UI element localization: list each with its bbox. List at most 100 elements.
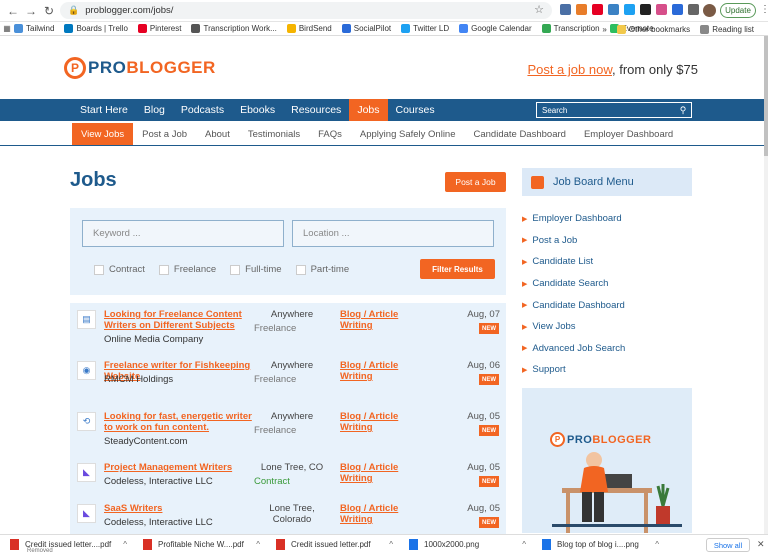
- job-category-link[interactable]: Blog / Article Writing: [340, 411, 410, 433]
- post-a-job-button[interactable]: Post a Job: [445, 172, 506, 192]
- bookmark-item[interactable]: Transcription: [541, 24, 600, 33]
- subnav-item-view-jobs[interactable]: View Jobs: [72, 123, 134, 145]
- job-type-checkbox-part-time[interactable]: Part-time: [295, 264, 349, 275]
- search-icon[interactable]: ⚲: [675, 105, 691, 116]
- nav-item-ebooks[interactable]: Ebooks: [232, 99, 283, 121]
- download-item[interactable]: Profitable Niche W....pdf ^: [133, 535, 266, 554]
- new-badge: NEW: [479, 323, 499, 334]
- apps-icon[interactable]: ▦: [0, 20, 14, 38]
- job-title-link[interactable]: Looking for fast, energetic writer to wo…: [104, 411, 252, 433]
- chevron-up-icon[interactable]: ^: [256, 540, 260, 549]
- download-item[interactable]: Credit issued letter....pdf Removed ^: [0, 535, 133, 554]
- extension-icon[interactable]: [560, 4, 571, 15]
- job-type-checkbox-contract[interactable]: Contract: [94, 264, 145, 275]
- filter-results-button[interactable]: Filter Results: [420, 259, 495, 279]
- keyword-input[interactable]: Keyword ...: [82, 220, 284, 247]
- download-item[interactable]: Blog top of blog i....png ^: [532, 535, 665, 554]
- job-category-link[interactable]: Blog / Article Writing: [340, 503, 410, 525]
- nav-item-courses[interactable]: Courses: [388, 99, 443, 121]
- subnav-item-employer-dashboard[interactable]: Employer Dashboard: [575, 123, 682, 145]
- job-title-link[interactable]: Project Management Writers: [104, 462, 252, 473]
- bookmark-item[interactable]: BirdSend: [286, 24, 332, 33]
- job-row[interactable]: ▤ Looking for Freelance Content Writers o…: [70, 305, 506, 356]
- job-type-checkbox-freelance[interactable]: Freelance: [158, 264, 216, 275]
- sidebar-link-view-jobs[interactable]: ▶ View Jobs: [522, 316, 625, 338]
- sidebar-link-candidate-list[interactable]: ▶ Candidate List: [522, 251, 625, 273]
- chevron-up-icon[interactable]: ^: [522, 540, 526, 549]
- sidebar-link-post-a-job[interactable]: ▶ Post a Job: [522, 230, 625, 252]
- update-button[interactable]: Update: [720, 3, 756, 18]
- close-icon[interactable]: ✕: [757, 539, 765, 550]
- sidebar-ad[interactable]: P PROBLOGGER: [522, 388, 692, 533]
- bookmark-item[interactable]: Google Calendar: [459, 24, 532, 33]
- chevron-up-icon[interactable]: ^: [655, 540, 659, 549]
- reload-icon[interactable]: ↻: [40, 2, 58, 20]
- menu-icon[interactable]: ⋮: [760, 4, 768, 15]
- extension-icon[interactable]: [672, 4, 683, 15]
- chevron-up-icon[interactable]: ^: [123, 540, 127, 549]
- download-item[interactable]: Credit issued letter.pdf ^: [266, 535, 399, 554]
- problogger-logo[interactable]: P PROBLOGGER: [64, 57, 216, 79]
- job-category-link[interactable]: Blog / Article Writing: [340, 360, 410, 382]
- extension-icon[interactable]: [656, 4, 667, 15]
- subnav-item-testimonials[interactable]: Testimonials: [239, 123, 309, 145]
- show-all-downloads-button[interactable]: Show all: [706, 538, 750, 552]
- pinterest-extension-icon[interactable]: [592, 4, 603, 15]
- bookmark-item[interactable]: Twitter LD: [401, 24, 449, 33]
- job-row[interactable]: ◣ SaaS Writers Codeless, Interactive LLC Lo…: [70, 499, 506, 535]
- forward-icon[interactable]: →: [22, 2, 40, 20]
- file-icon: [409, 539, 418, 550]
- job-title-link[interactable]: Looking for Freelance Content Writers on…: [104, 309, 252, 331]
- extension-icon[interactable]: [576, 4, 587, 15]
- nav-item-start-here[interactable]: Start Here: [72, 99, 136, 121]
- url-bar[interactable]: 🔒 problogger.com/jobs/ ☆: [60, 2, 552, 19]
- checkbox[interactable]: [94, 264, 104, 275]
- nav-item-jobs[interactable]: Jobs: [349, 99, 388, 121]
- subnav-item-post-a-job[interactable]: Post a Job: [133, 123, 196, 145]
- subnav-item-faqs[interactable]: FAQs: [309, 123, 351, 145]
- subnav-item-applying-safely-online[interactable]: Applying Safely Online: [351, 123, 465, 145]
- extension-icon[interactable]: [608, 4, 619, 15]
- bookmark-item[interactable]: Boards | Trello: [64, 24, 128, 33]
- sidebar-link-candidate-dashboard[interactable]: ▶ Candidate Dashboard: [522, 294, 625, 316]
- bookmark-item[interactable]: Tailwind: [14, 24, 54, 33]
- checkbox[interactable]: [295, 264, 306, 275]
- download-item[interactable]: 1000x2000.png ^: [399, 535, 532, 554]
- profile-avatar[interactable]: [703, 4, 716, 17]
- sidebar-link-employer-dashboard[interactable]: ▶ Employer Dashboard: [522, 208, 625, 230]
- scrollbar-thumb[interactable]: [764, 36, 768, 156]
- bookmarks-more[interactable]: »: [602, 25, 606, 34]
- extension-icon[interactable]: [624, 4, 635, 15]
- nav-item-podcasts[interactable]: Podcasts: [173, 99, 232, 121]
- search-input[interactable]: Search ⚲: [536, 102, 692, 118]
- location-input[interactable]: Location ...: [292, 220, 494, 247]
- bookmark-item[interactable]: Pinterest: [137, 24, 181, 33]
- sidebar-link-candidate-search[interactable]: ▶ Candidate Search: [522, 273, 625, 295]
- sidebar-link-advanced-job-search[interactable]: ▶ Advanced Job Search: [522, 338, 625, 360]
- job-title-link[interactable]: SaaS Writers: [104, 503, 252, 514]
- puzzle-icon[interactable]: [688, 4, 699, 15]
- checkbox[interactable]: [230, 264, 241, 275]
- post-job-now-link[interactable]: Post a job now: [527, 62, 612, 77]
- page-scrollbar[interactable]: [764, 36, 768, 534]
- subnav-item-candidate-dashboard[interactable]: Candidate Dashboard: [465, 123, 575, 145]
- other-bookmarks[interactable]: Other bookmarks: [616, 24, 690, 34]
- star-icon[interactable]: ☆: [534, 3, 544, 16]
- job-category-link[interactable]: Blog / Article Writing: [340, 462, 410, 484]
- job-row[interactable]: ◉ Freelance writer for Fishkeeping Websit…: [70, 356, 506, 407]
- checkbox[interactable]: [158, 264, 169, 275]
- arrow-right-icon: ▶: [522, 258, 528, 266]
- back-icon[interactable]: ←: [4, 2, 22, 20]
- bookmark-item[interactable]: Transcription Work...: [191, 24, 277, 33]
- job-category-link[interactable]: Blog / Article Writing: [340, 309, 410, 331]
- nav-item-resources[interactable]: Resources: [283, 99, 349, 121]
- job-type-checkbox-full-time[interactable]: Full-time: [230, 264, 282, 275]
- reading-list[interactable]: Reading list: [700, 24, 754, 34]
- subnav-item-about[interactable]: About: [196, 123, 239, 145]
- job-row[interactable]: ⟲ Looking for fast, energetic writer to w…: [70, 407, 506, 458]
- sidebar-link-support[interactable]: ▶ Support: [522, 359, 625, 381]
- extension-icon[interactable]: [640, 4, 651, 15]
- chevron-up-icon[interactable]: ^: [389, 540, 393, 549]
- nav-item-blog[interactable]: Blog: [136, 99, 173, 121]
- bookmark-item[interactable]: SocialPilot: [341, 24, 391, 33]
